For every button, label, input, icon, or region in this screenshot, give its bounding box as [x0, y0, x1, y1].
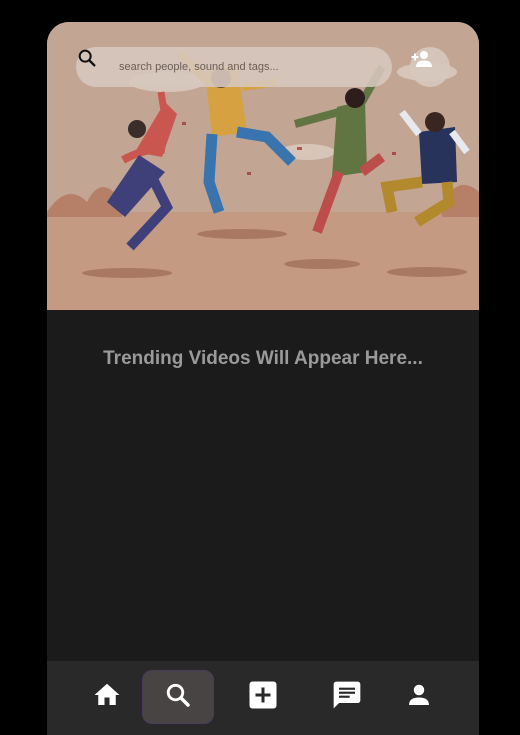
chat-icon — [331, 679, 363, 716]
search-icon — [78, 49, 111, 78]
add-box-icon — [245, 677, 281, 718]
bottom-nav — [47, 661, 479, 735]
nav-search[interactable] — [142, 670, 214, 724]
nav-home[interactable] — [71, 670, 143, 724]
app-screen: search people, sound and tags... Trendin… — [47, 22, 479, 735]
search-icon — [163, 680, 193, 715]
add-user-button[interactable] — [410, 47, 450, 87]
trending-placeholder-text: Trending Videos Will Appear Here... — [103, 348, 423, 369]
search-placeholder[interactable]: search people, sound and tags... — [119, 61, 279, 73]
hero-banner: search people, sound and tags... — [47, 22, 479, 310]
search-bar[interactable]: search people, sound and tags... — [76, 47, 392, 87]
nav-add[interactable] — [227, 670, 299, 724]
person-icon — [404, 680, 434, 715]
home-icon — [92, 680, 122, 715]
nav-messages[interactable] — [311, 670, 383, 724]
nav-profile[interactable] — [383, 670, 455, 724]
